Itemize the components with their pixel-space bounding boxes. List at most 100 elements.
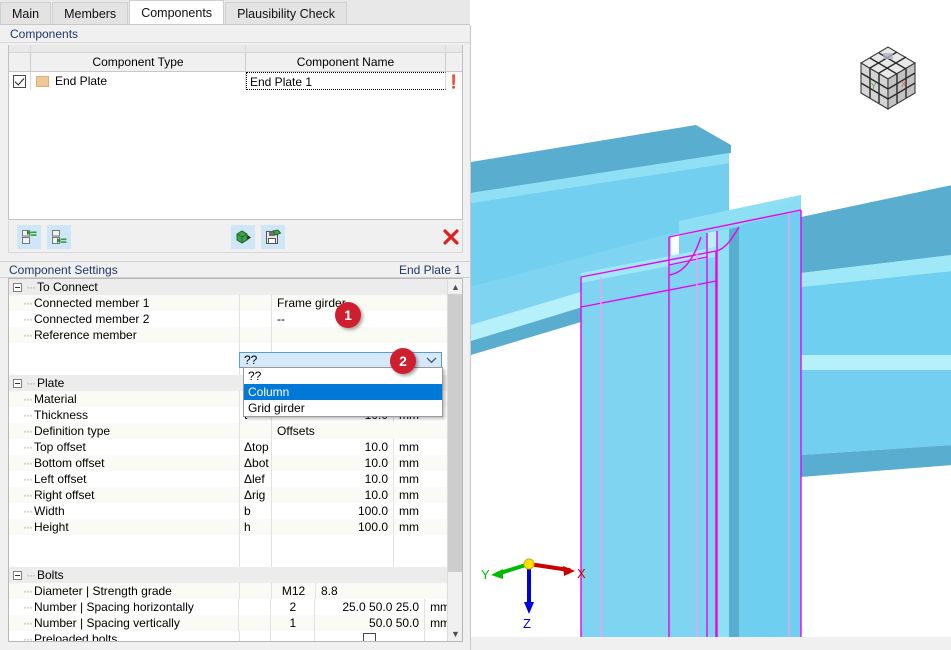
tree-row-reference-member[interactable]: ··· Reference member [9,327,462,343]
row-value[interactable]: 10.0 [271,487,393,503]
tree-row-connected-member-1[interactable]: ··· Connected member 1 Frame girder [9,295,462,311]
components-table: Component Type Component Name End Plate … [8,45,463,220]
tree-row-diameter-strength-grade[interactable]: ··· Diameter | Strength grade M12 8.8 [9,583,462,599]
row-value-number[interactable]: 2 [270,599,314,615]
row-value[interactable]: Offsets [271,423,447,439]
row-label: Top offset [34,440,86,454]
row-value-spacing[interactable]: 50.0 50.0 [314,615,424,631]
chevron-down-icon[interactable] [424,353,438,367]
column-header-check [9,53,31,71]
tree-group-to-connect[interactable]: ··· To Connect [9,279,462,295]
row-label: Reference member [34,328,137,342]
settings-scrollbar[interactable]: ▲ ▼ [447,279,462,641]
z-axis-label: Z [523,616,531,629]
row-label: Definition type [34,424,111,438]
axis-indicator: X Y Z [481,534,591,631]
table-row[interactable]: End Plate End Plate 1 ❗ [9,72,462,90]
model-viewport[interactable]: Y X X Y Z [470,25,951,637]
tree-row-number-spacing-vertically[interactable]: ··· Number | Spacing vertically 1 50.0 50… [9,615,462,631]
dropdown-option-column[interactable]: Column [244,384,442,400]
tree-row-bottom-offset[interactable]: ··· Bottom offset Δbot 10.0 mm [9,455,462,471]
callout-badge-1: 1 [335,302,361,328]
tree-row-left-offset[interactable]: ··· Left offset Δlef 10.0 mm [9,471,462,487]
tab-plausibility-check[interactable]: Plausibility Check [225,2,348,24]
collapse-icon[interactable] [13,283,22,293]
viewport-bottom-strip [470,637,951,650]
insert-row-above-button[interactable] [17,225,41,249]
scroll-up-icon[interactable]: ▲ [448,279,462,294]
delete-component-button[interactable] [439,225,463,249]
tab-components[interactable]: Components [129,0,225,24]
import-component-button[interactable] [231,225,255,249]
row-label: Thickness [34,408,89,422]
tree-row-spacer-3 [9,535,462,551]
components-section-title: Components [10,27,79,41]
row-enable-checkbox[interactable] [9,72,31,90]
frame-girder-right [801,185,951,477]
component-settings-tree: ··· To Connect ··· Connected member 1 Fram… [8,278,463,642]
scroll-down-icon[interactable]: ▼ [448,626,462,641]
checkbox-icon [363,633,377,641]
tree-row-definition-type[interactable]: ··· Definition type Offsets [9,423,462,439]
cell-status[interactable]: ❗ [446,72,462,90]
components-section-header: Components [0,25,470,43]
component-settings-subject: End Plate 1 [398,263,461,277]
components-table-subheader [9,45,462,53]
row-label: Right offset [34,488,95,502]
group-label: Plate [37,376,65,390]
column-header-status [446,53,462,71]
y-arrow-icon [491,569,503,579]
tree-row-preloaded-bolts[interactable]: ··· Preloaded bolts [9,631,462,642]
row-value-diameter[interactable]: M12 [271,583,315,599]
row-value[interactable]: 10.0 [271,439,393,455]
row-label: Connected member 2 [34,312,150,326]
dropdown-option-grid-girder[interactable]: Grid girder [244,400,442,416]
tree-group-bolts[interactable]: ··· Bolts [9,567,462,583]
save-icon [265,228,281,244]
column-header-component-name[interactable]: Component Name [246,53,446,71]
row-label: Number | Spacing vertically [34,616,180,630]
combobox-value: ?? [244,353,258,367]
preloaded-bolts-checkbox[interactable] [314,631,424,641]
tree-row-connected-member-2[interactable]: ··· Connected member 2 -- [9,311,462,327]
collapse-icon[interactable] [13,379,22,389]
column-header-component-type[interactable]: Component Type [31,53,246,71]
left-panel: Components Component Type Component Name… [0,25,470,650]
row-value-number[interactable]: 1 [270,615,314,631]
navigation-view-cube[interactable]: Y X [847,37,929,119]
tree-row-height[interactable]: ··· Height h 100.0 mm [9,519,462,535]
row-value[interactable]: 10.0 [271,455,393,471]
tab-main[interactable]: Main [0,2,52,24]
row-value[interactable]: 100.0 [271,519,393,535]
row-value[interactable]: 100.0 [271,503,393,519]
close-icon [443,229,459,245]
export-component-button[interactable] [261,225,285,249]
dropdown-option-unknown[interactable]: ?? [244,368,442,384]
row-value-spacing[interactable]: 25.0 50.0 25.0 [314,599,424,615]
tree-row-spacer-4 [9,551,462,567]
cell-component-name[interactable]: End Plate 1 [246,72,446,90]
reference-member-dropdown-list[interactable]: ?? Column Grid girder [243,367,443,417]
insert-row-below-button[interactable] [47,225,71,249]
tree-row-number-spacing-horizontally[interactable]: ··· Number | Spacing horizontally 2 25.0 … [9,599,462,615]
callout-badge-2: 2 [390,348,416,374]
tree-row-top-offset[interactable]: ··· Top offset Δtop 10.0 mm [9,439,462,455]
row-label: Material [34,392,77,406]
row-label: Preloaded bolts [34,632,118,642]
svg-text:Y: Y [871,82,877,91]
z-arrow-icon [524,602,534,614]
y-axis-label: Y [481,567,490,582]
tab-members[interactable]: Members [52,2,129,24]
cell-component-type[interactable]: End Plate [31,72,246,90]
tree-row-right-offset[interactable]: ··· Right offset Δrig 10.0 mm [9,487,462,503]
connection-dialog: Main Members Components Plausibility Che… [0,0,951,650]
row-value[interactable]: 10.0 [271,471,393,487]
scrollbar-thumb[interactable] [448,294,462,572]
warning-icon: ❗ [445,73,463,89]
tree-row-width[interactable]: ··· Width b 100.0 mm [9,503,462,519]
color-swatch-icon [36,75,49,87]
row-label: Diameter | Strength grade [34,584,172,598]
collapse-icon[interactable] [13,571,22,581]
x-arrow-icon [563,566,575,576]
row-value-grade[interactable]: 8.8 [315,583,447,599]
